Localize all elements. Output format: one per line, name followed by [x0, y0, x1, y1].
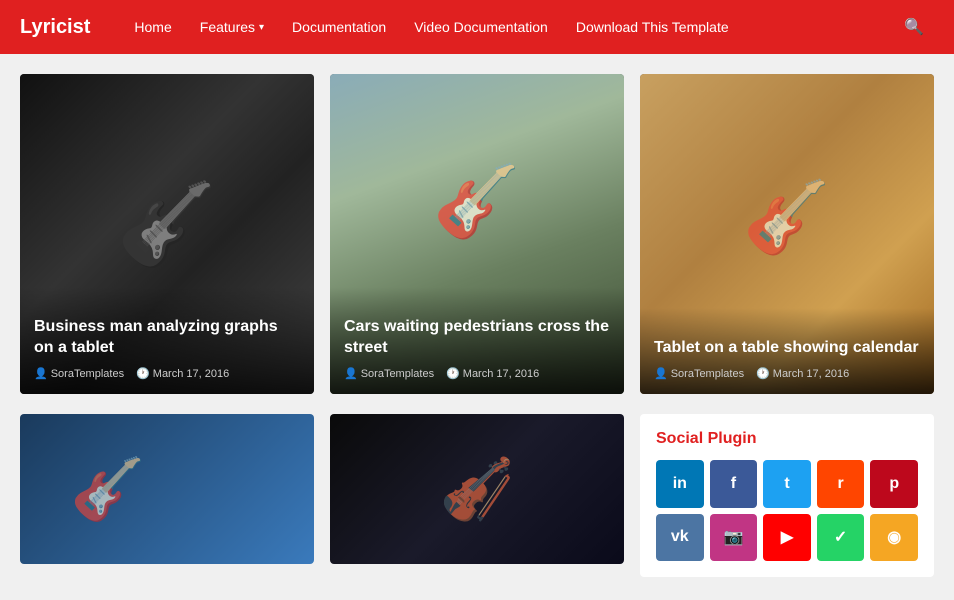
- nav-features[interactable]: Features ▾: [186, 0, 278, 54]
- card-2-title: Cars waiting pedestrians cross the stree…: [344, 317, 610, 359]
- card-3-overlay: Tablet on a table showing calendar 👤 Sor…: [640, 308, 934, 394]
- author-icon: 👤: [34, 367, 48, 380]
- card-3[interactable]: Tablet on a table showing calendar 👤 Sor…: [640, 74, 934, 394]
- card-2[interactable]: Cars waiting pedestrians cross the stree…: [330, 74, 624, 394]
- date-icon: 🕐: [136, 367, 150, 380]
- social-plugin: Social Plugin inftrp vk📷▶✓◉: [640, 414, 934, 577]
- bottom-image-2: [330, 414, 624, 564]
- card-1[interactable]: Business man analyzing graphs on a table…: [20, 74, 314, 394]
- bottom-image-1: [20, 414, 314, 564]
- nav-home[interactable]: Home: [120, 0, 185, 54]
- nav-brand[interactable]: Lyricist: [20, 16, 90, 39]
- social-btn-pinterest[interactable]: p: [870, 460, 918, 508]
- card-3-meta: 👤 SoraTemplates 🕐 March 17, 2016: [654, 367, 920, 380]
- card-2-meta: 👤 SoraTemplates 🕐 March 17, 2016: [344, 367, 610, 380]
- navbar: Lyricist Home Features ▾ Documentation V…: [0, 0, 954, 54]
- nav-download[interactable]: Download This Template: [562, 0, 743, 54]
- author-icon-2: 👤: [344, 367, 358, 380]
- card-1-meta: 👤 SoraTemplates 🕐 March 17, 2016: [34, 367, 300, 380]
- card-2-overlay: Cars waiting pedestrians cross the stree…: [330, 287, 624, 394]
- social-btn-twitter[interactable]: t: [763, 460, 811, 508]
- social-grid: inftrp vk📷▶✓◉: [656, 460, 918, 561]
- social-btn-linkedin[interactable]: in: [656, 460, 704, 508]
- bottom-card-2[interactable]: [330, 414, 624, 564]
- social-btn-vk[interactable]: vk: [656, 514, 704, 562]
- card-1-author: 👤 SoraTemplates: [34, 367, 124, 380]
- social-btn-youtube[interactable]: ▶: [763, 514, 811, 562]
- nav-video-documentation[interactable]: Video Documentation: [400, 0, 562, 54]
- features-arrow: ▾: [259, 22, 264, 33]
- bottom-card-1[interactable]: [20, 414, 314, 564]
- card-1-date: 🕐 March 17, 2016: [136, 367, 229, 380]
- social-btn-reddit[interactable]: r: [817, 460, 865, 508]
- top-cards-grid: Business man analyzing graphs on a table…: [20, 74, 934, 394]
- card-3-title: Tablet on a table showing calendar: [654, 338, 920, 359]
- card-1-title: Business man analyzing graphs on a table…: [34, 317, 300, 359]
- author-icon-3: 👤: [654, 367, 668, 380]
- nav-documentation[interactable]: Documentation: [278, 0, 400, 54]
- social-btn-facebook[interactable]: f: [710, 460, 758, 508]
- card-3-date: 🕐 March 17, 2016: [756, 367, 849, 380]
- card-2-date: 🕐 March 17, 2016: [446, 367, 539, 380]
- card-1-overlay: Business man analyzing graphs on a table…: [20, 287, 314, 394]
- date-icon-2: 🕐: [446, 367, 460, 380]
- card-2-author: 👤 SoraTemplates: [344, 367, 434, 380]
- social-plugin-title: Social Plugin: [656, 430, 918, 448]
- search-button[interactable]: 🔍: [894, 17, 934, 37]
- social-btn-whatsapp[interactable]: ✓: [817, 514, 865, 562]
- main-content: Business man analyzing graphs on a table…: [0, 54, 954, 577]
- social-btn-instagram[interactable]: 📷: [710, 514, 758, 562]
- card-3-author: 👤 SoraTemplates: [654, 367, 744, 380]
- social-btn-rss[interactable]: ◉: [870, 514, 918, 562]
- nav-links: Home Features ▾ Documentation Video Docu…: [120, 0, 894, 54]
- date-icon-3: 🕐: [756, 367, 770, 380]
- bottom-section: Social Plugin inftrp vk📷▶✓◉: [20, 414, 934, 577]
